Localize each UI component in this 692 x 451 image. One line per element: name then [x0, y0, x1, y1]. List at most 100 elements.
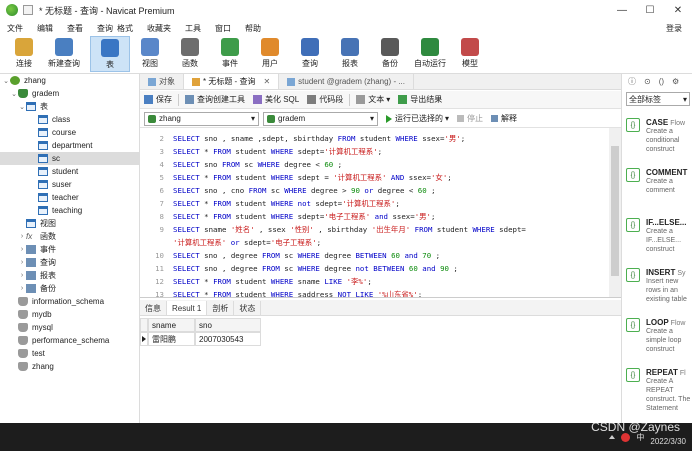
column-header-sname[interactable]: sname	[148, 318, 195, 332]
code-line[interactable]: 10 SELECT sno , degree FROM sc WHERE degr…	[140, 249, 608, 262]
tree-table-sc[interactable]: sc	[0, 152, 139, 165]
toolbar-clock-button[interactable]: 事件	[210, 36, 250, 72]
expand-caret-icon[interactable]: ›	[18, 246, 26, 253]
info-icon[interactable]: ⓘ	[628, 76, 636, 87]
close-tab-icon[interactable]: ✕	[263, 77, 270, 86]
menu-window[interactable]: 窗口	[208, 23, 238, 34]
beautify-sql-button[interactable]: 美化 SQL	[249, 94, 303, 105]
tree-folder-view[interactable]: 视图	[0, 217, 139, 230]
toolbar-backup-button[interactable]: 备份	[370, 36, 410, 72]
editor-scrollbar[interactable]	[609, 128, 621, 297]
menu-query[interactable]: 查询	[90, 23, 115, 34]
snippet-item[interactable]: {} INSERT Sy Insert new rows in an existing…	[626, 268, 692, 304]
tree-database-mysql[interactable]: mysql	[0, 321, 139, 334]
menu-help[interactable]: 帮助	[238, 23, 268, 34]
expand-caret-icon[interactable]: ›	[18, 259, 26, 266]
toolbar-view-button[interactable]: 视图	[130, 36, 170, 72]
snippet-item[interactable]: {} LOOP Flow Create a simple loop construct	[626, 318, 692, 354]
tab-profile[interactable]: 剖析	[207, 301, 235, 315]
code-line[interactable]: 8 SELECT * FROM student WHERE sdept='电子工程…	[140, 210, 608, 223]
tree-folder-query[interactable]: › 查询	[0, 256, 139, 269]
code-line[interactable]: 12 SELECT * FROM student WHERE sname LIKE…	[140, 275, 608, 288]
tray-expand-icon[interactable]	[609, 435, 616, 439]
snippet-item[interactable]: {} CASE Flow Create a conditional construct	[626, 118, 692, 154]
code-icon[interactable]: ()	[659, 77, 664, 86]
expand-caret-icon[interactable]: ⌄	[18, 103, 26, 111]
tree-database-information_schema[interactable]: information_schema	[0, 295, 139, 308]
tree-table-student[interactable]: student	[0, 165, 139, 178]
save-button[interactable]: 保存	[140, 94, 176, 105]
connection-select[interactable]: zhang ▾	[144, 111, 259, 126]
export-result-button[interactable]: 导出结果	[394, 94, 446, 105]
tree-database-test[interactable]: test	[0, 347, 139, 360]
close-button[interactable]: ✕	[664, 0, 692, 20]
column-header-sno[interactable]: sno	[195, 318, 261, 332]
tree-database-mydb[interactable]: mydb	[0, 308, 139, 321]
quick-access-icon[interactable]	[23, 5, 33, 15]
expand-caret-icon[interactable]: ›	[18, 233, 26, 240]
cell-sname[interactable]: 雷阳鹏	[148, 332, 195, 346]
menu-tools[interactable]: 工具	[178, 23, 208, 34]
tree-folder-event[interactable]: › 事件	[0, 243, 139, 256]
tab-objects[interactable]: 对象	[140, 74, 184, 89]
scrollbar-thumb[interactable]	[611, 146, 619, 276]
login-link[interactable]: 登录	[666, 23, 682, 34]
snippet-button[interactable]: 代码段	[303, 94, 347, 105]
toolbar-model-button[interactable]: 模型	[450, 36, 490, 72]
code-line[interactable]: 2 SELECT sno , sname ,sdept, sbirthday FR…	[140, 132, 608, 145]
gear-icon[interactable]: ⚙	[672, 77, 679, 86]
toolbar-query-button[interactable]: 查询	[290, 36, 330, 72]
code-line[interactable]: 7 SELECT * FROM student WHERE not sdept='…	[140, 197, 608, 210]
code-line[interactable]: 6 SELECT sno , cno FROM sc WHERE degree >…	[140, 184, 608, 197]
menu-view[interactable]: 查看	[60, 23, 90, 34]
run-selected-button[interactable]: 运行已选择的 ▾	[386, 113, 449, 124]
snippet-item[interactable]: {} REPEAT Fl Create A REPEAT construct. The…	[626, 368, 692, 413]
expand-caret-icon[interactable]: ⌄	[10, 90, 18, 98]
menu-favorites[interactable]: 收藏夹	[140, 23, 178, 34]
tree-table-teaching[interactable]: teaching	[0, 204, 139, 217]
tree-table-teacher[interactable]: teacher	[0, 191, 139, 204]
snippet-item[interactable]: {} IF...ELSE... Create a IF...ELSE... cons…	[626, 218, 692, 254]
code-line[interactable]: 13 SELECT * FROM student WHERE saddress N…	[140, 288, 608, 297]
toolbar-report-button[interactable]: 报表	[330, 36, 370, 72]
stop-button[interactable]: 停止	[457, 113, 483, 124]
code-line[interactable]: 9 SELECT sname '姓名' , ssex '性别' , sbirthd…	[140, 223, 608, 236]
ddl-icon[interactable]: ⊙	[644, 77, 651, 86]
toolbar-function-button[interactable]: 函数	[170, 36, 210, 72]
snippet-item[interactable]: {} COMMENT Create a comment	[626, 168, 692, 195]
tag-filter-select[interactable]: 全部标签 ▾	[626, 92, 690, 106]
toolbar-plug-button[interactable]: 连接	[4, 36, 44, 72]
minimize-button[interactable]: —	[608, 0, 636, 20]
tab-student-table[interactable]: student @gradem (zhang) - ...	[279, 74, 414, 89]
toolbar-table-button[interactable]: 表	[90, 36, 130, 72]
expand-caret-icon[interactable]: ⌄	[2, 77, 10, 85]
tree-table-class[interactable]: class	[0, 113, 139, 126]
toolbar-new-query-button[interactable]: 新建查询	[44, 36, 84, 72]
cell-sno[interactable]: 2007030543	[195, 332, 261, 346]
tree-tables-folder[interactable]: ⌄ 表	[0, 100, 139, 113]
code-line[interactable]: 3 SELECT * FROM student WHERE sdept='计算机工…	[140, 145, 608, 158]
tree-database[interactable]: ⌄ gradem	[0, 87, 139, 100]
expand-caret-icon[interactable]: ›	[18, 272, 26, 279]
explain-button[interactable]: 解释	[491, 113, 517, 124]
tree-table-department[interactable]: department	[0, 139, 139, 152]
tree-database-performance_schema[interactable]: performance_schema	[0, 334, 139, 347]
code-line[interactable]: 5 SELECT * FROM student WHERE sdept = '计算…	[140, 171, 608, 184]
tree-connection[interactable]: ⌄ zhang	[0, 74, 139, 87]
menu-format[interactable]: 格式	[115, 23, 140, 34]
tab-status[interactable]: 状态	[234, 301, 262, 315]
menu-edit[interactable]: 编辑	[30, 23, 60, 34]
code-line[interactable]: 4 SELECT sno FROM sc WHERE degree < 60 ;	[140, 158, 608, 171]
maximize-button[interactable]: ☐	[636, 0, 664, 20]
tree-table-suser[interactable]: suser	[0, 178, 139, 191]
tree-folder-backup[interactable]: › 备份	[0, 282, 139, 295]
sql-editor[interactable]: 2 SELECT sno , sname ,sdept, sbirthday FR…	[140, 128, 621, 298]
code-line[interactable]: 11 SELECT sno , degree FROM sc WHERE degr…	[140, 262, 608, 275]
tab-info[interactable]: 信息	[140, 301, 167, 315]
code-line[interactable]: '计算机工程系' or sdept='电子工程系';	[140, 236, 608, 249]
tree-folder-report[interactable]: › 报表	[0, 269, 139, 282]
tree-database-zhang[interactable]: zhang	[0, 360, 139, 373]
tab-query[interactable]: * 无标题 - 查询 ✕	[184, 74, 280, 89]
toolbar-autorun-button[interactable]: 自动运行	[410, 36, 450, 72]
text-button[interactable]: 文本 ▾	[352, 94, 394, 105]
